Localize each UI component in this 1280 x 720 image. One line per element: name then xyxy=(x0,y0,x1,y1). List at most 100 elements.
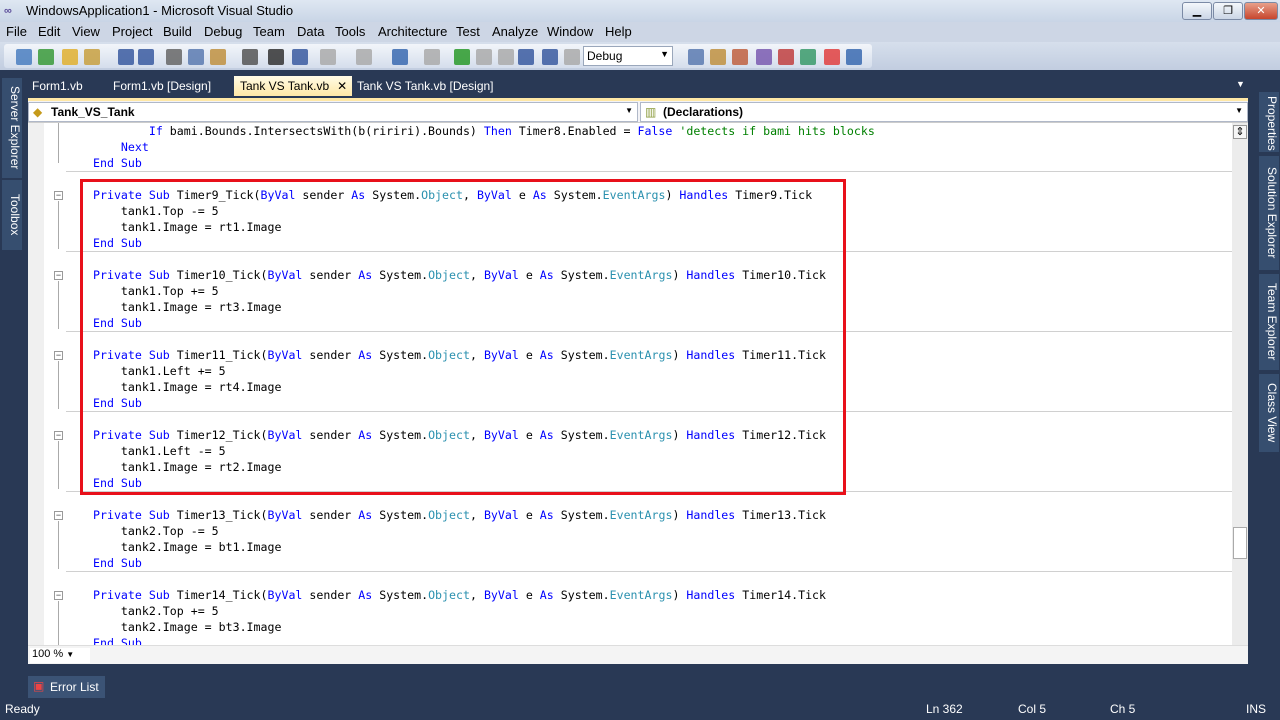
menu-test[interactable]: Test xyxy=(456,24,480,39)
collapse-region-icon[interactable]: − xyxy=(54,511,63,520)
code-line[interactable]: Next xyxy=(93,139,149,155)
menu-view[interactable]: View xyxy=(72,24,100,39)
scroll-thumb[interactable] xyxy=(1233,527,1247,559)
code-area[interactable]: If bami.Bounds.IntersectsWith(b(ririri).… xyxy=(28,123,1232,645)
menu-file[interactable]: File xyxy=(6,24,27,39)
add-item-icon[interactable] xyxy=(84,49,100,65)
new-website-icon[interactable] xyxy=(38,49,54,65)
menu-window[interactable]: Window xyxy=(547,24,593,39)
collapse-region-icon[interactable]: − xyxy=(54,271,63,280)
menu-build[interactable]: Build xyxy=(163,24,192,39)
code-line[interactable]: End Sub xyxy=(93,395,142,411)
undo-icon[interactable] xyxy=(320,49,336,65)
collapse-region-icon[interactable]: − xyxy=(54,591,63,600)
tab-form1-vb[interactable]: Form1.vb xyxy=(26,76,89,96)
code-line[interactable]: End Sub xyxy=(93,235,142,251)
start-page-icon[interactable] xyxy=(846,49,862,65)
menu-project[interactable]: Project xyxy=(112,24,152,39)
redo-icon[interactable] xyxy=(356,49,372,65)
comment-icon[interactable] xyxy=(268,49,284,65)
tab-form1-design[interactable]: Form1.vb [Design] xyxy=(107,76,217,96)
menu-data[interactable]: Data xyxy=(297,24,324,39)
extension-manager-icon[interactable] xyxy=(800,49,816,65)
solution-explorer-icon[interactable] xyxy=(710,49,726,65)
code-line[interactable]: End Sub xyxy=(93,155,142,171)
code-line[interactable]: Private Sub Timer10_Tick(ByVal sender As… xyxy=(93,267,826,283)
restore-button[interactable]: ❐ xyxy=(1213,2,1243,20)
code-line[interactable]: Private Sub Timer9_Tick(ByVal sender As … xyxy=(93,187,812,203)
code-line[interactable]: End Sub xyxy=(93,475,142,491)
dock-tab-solution-explorer[interactable]: Solution Explorer xyxy=(1259,156,1279,270)
code-line[interactable]: Private Sub Timer12_Tick(ByVal sender As… xyxy=(93,427,826,443)
tab-list-dropdown-icon[interactable]: ▼ xyxy=(1230,76,1251,96)
member-combo[interactable]: ▥ (Declarations) ▼ xyxy=(640,102,1248,122)
properties-window-icon[interactable] xyxy=(732,49,748,65)
save-all-icon[interactable] xyxy=(138,49,154,65)
split-icon[interactable]: ⇕ xyxy=(1233,125,1247,139)
save-icon[interactable] xyxy=(118,49,134,65)
tab-tank-vs-tank-design[interactable]: Tank VS Tank.vb [Design] xyxy=(351,76,500,96)
code-line[interactable]: Private Sub Timer11_Tick(ByVal sender As… xyxy=(93,347,826,363)
horizontal-scrollbar[interactable]: 100 % ▼ xyxy=(28,645,1248,664)
code-line[interactable]: tank2.Image = bt1.Image xyxy=(93,539,282,555)
close-tab-icon[interactable]: ✕ xyxy=(337,79,347,93)
code-line[interactable]: tank1.Top -= 5 xyxy=(93,203,219,219)
code-line[interactable]: tank1.Image = rt2.Image xyxy=(93,459,282,475)
error-list-tab[interactable]: ▣ Error List xyxy=(28,676,105,698)
code-line[interactable]: tank1.Left -= 5 xyxy=(93,443,226,459)
pause-icon[interactable] xyxy=(476,49,492,65)
code-line[interactable]: tank1.Top += 5 xyxy=(93,283,219,299)
step-out-icon[interactable] xyxy=(564,49,580,65)
dock-tab-toolbox[interactable]: Toolbox xyxy=(2,180,22,250)
menu-tools[interactable]: Tools xyxy=(335,24,365,39)
code-line[interactable]: tank2.Top -= 5 xyxy=(93,523,219,539)
code-line[interactable]: tank1.Image = rt4.Image xyxy=(93,379,282,395)
object-browser-icon[interactable] xyxy=(756,49,772,65)
open-file-icon[interactable] xyxy=(62,49,78,65)
menu-edit[interactable]: Edit xyxy=(38,24,60,39)
minimize-button[interactable]: ▁ xyxy=(1182,2,1212,20)
menu-analyze[interactable]: Analyze xyxy=(492,24,538,39)
vertical-scrollbar[interactable]: ⇕ xyxy=(1232,123,1248,645)
menu-team[interactable]: Team xyxy=(253,24,285,39)
menu-debug[interactable]: Debug xyxy=(204,24,242,39)
solution-configuration-select[interactable]: Debug ▼ xyxy=(583,46,673,66)
collapse-region-icon[interactable]: − xyxy=(54,191,63,200)
code-line[interactable]: tank1.Image = rt3.Image xyxy=(93,299,282,315)
start-debugging-icon[interactable] xyxy=(454,49,470,65)
find-icon[interactable] xyxy=(242,49,258,65)
menu-help[interactable]: Help xyxy=(605,24,632,39)
code-line[interactable]: tank1.Left += 5 xyxy=(93,363,226,379)
code-line[interactable]: If bami.Bounds.IntersectsWith(b(ririri).… xyxy=(93,123,875,139)
navigate-backward-icon[interactable] xyxy=(392,49,408,65)
paste-icon[interactable] xyxy=(210,49,226,65)
navigate-forward-icon[interactable] xyxy=(424,49,440,65)
tab-tank-vs-tank-vb[interactable]: Tank VS Tank.vb ✕ xyxy=(234,76,352,96)
stop-icon[interactable] xyxy=(498,49,514,65)
copy-icon[interactable] xyxy=(188,49,204,65)
menu-architecture[interactable]: Architecture xyxy=(378,24,447,39)
dock-tab-server-explorer[interactable]: Server Explorer xyxy=(2,78,22,178)
zoom-select[interactable]: 100 % ▼ xyxy=(30,648,90,663)
cut-icon[interactable] xyxy=(166,49,182,65)
dock-tab-properties[interactable]: Properties xyxy=(1259,92,1279,152)
code-line[interactable]: tank2.Top += 5 xyxy=(93,603,219,619)
code-line[interactable]: End Sub xyxy=(93,635,142,645)
new-project-icon[interactable] xyxy=(16,49,32,65)
code-line[interactable]: Private Sub Timer14_Tick(ByVal sender As… xyxy=(93,587,826,603)
collapse-region-icon[interactable]: − xyxy=(54,351,63,360)
code-line[interactable]: tank1.Image = rt1.Image xyxy=(93,219,282,235)
dock-tab-team-explorer[interactable]: Team Explorer xyxy=(1259,274,1279,370)
code-line[interactable]: tank2.Image = bt3.Image xyxy=(93,619,282,635)
code-line[interactable]: End Sub xyxy=(93,315,142,331)
code-line[interactable]: End Sub xyxy=(93,555,142,571)
collapse-region-icon[interactable]: − xyxy=(54,431,63,440)
code-line[interactable]: Private Sub Timer13_Tick(ByVal sender As… xyxy=(93,507,826,523)
step-over-icon[interactable] xyxy=(542,49,558,65)
dock-tab-class-view[interactable]: Class View xyxy=(1259,374,1279,452)
toolbox-icon[interactable] xyxy=(778,49,794,65)
error-list-icon[interactable] xyxy=(824,49,840,65)
close-button[interactable]: ✕ xyxy=(1244,2,1278,20)
step-into-icon[interactable] xyxy=(518,49,534,65)
find-in-files-icon[interactable] xyxy=(688,49,704,65)
